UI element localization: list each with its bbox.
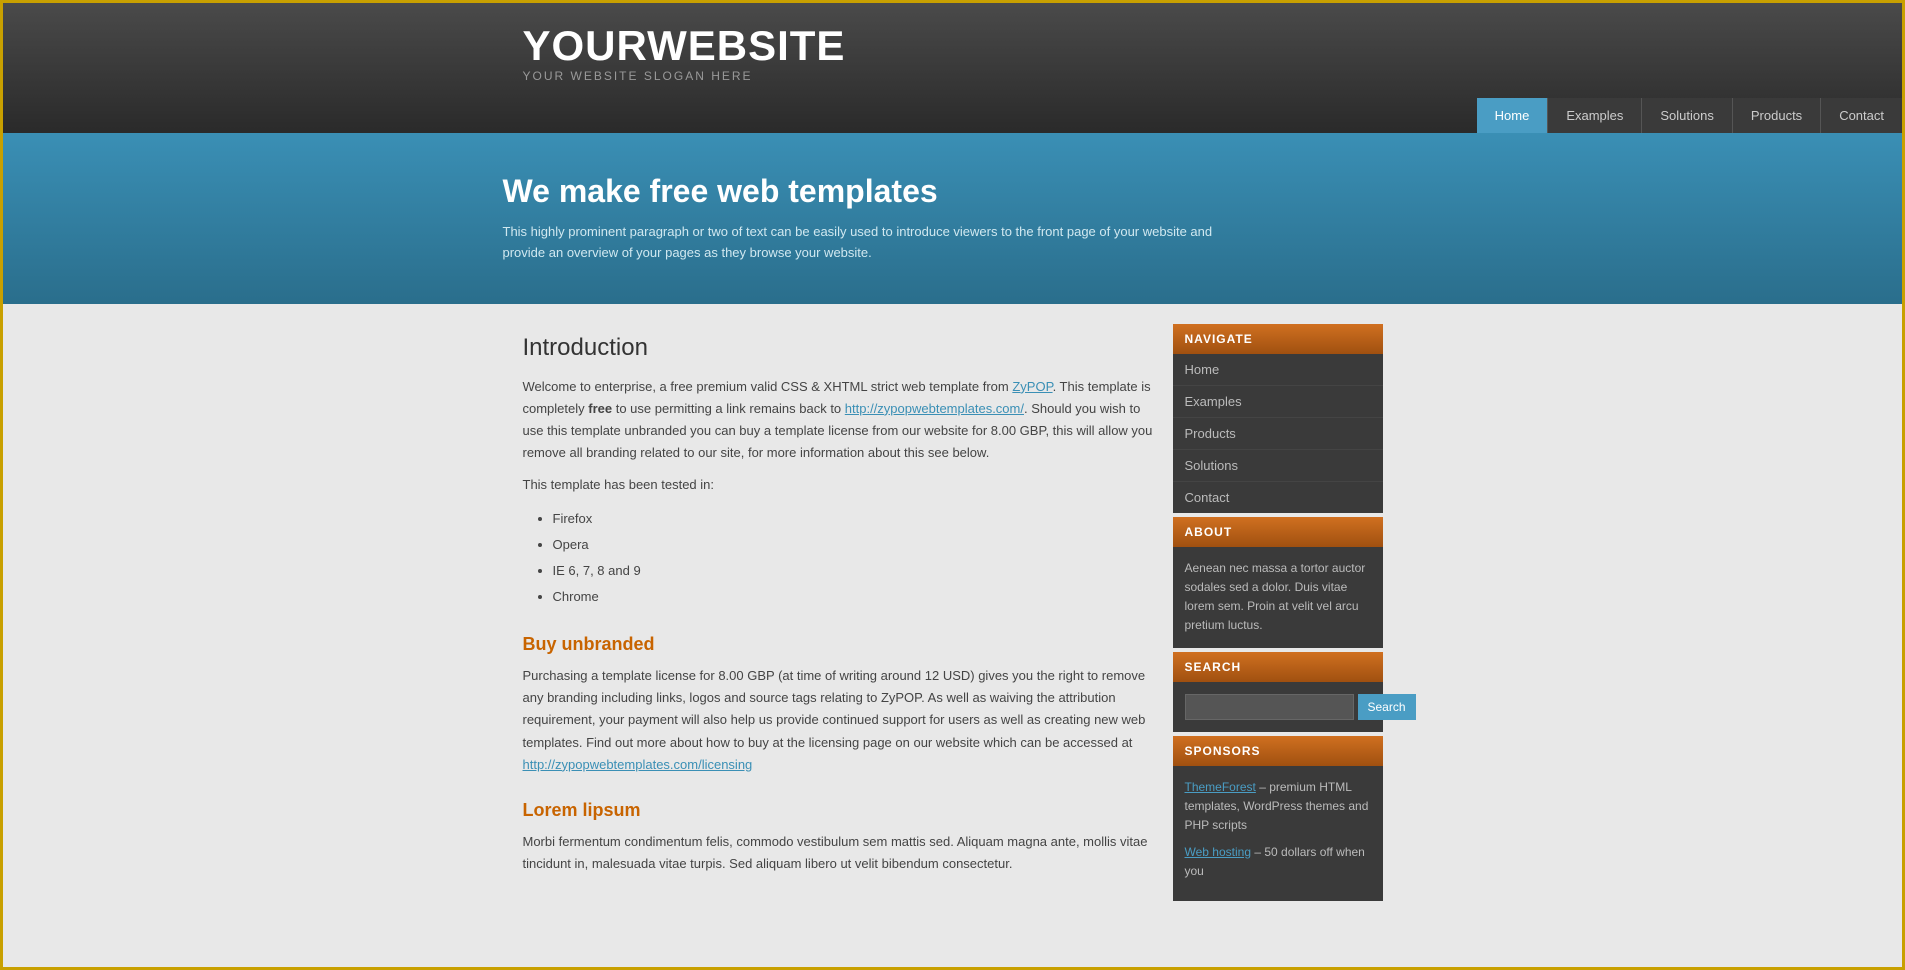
header: YOURWEBSITE YOUR WEBSITE SLOGAN HERE Hom… (3, 3, 1902, 133)
search-header: SEARCH (1173, 652, 1383, 682)
nav: Home Examples Solutions Products Contact (3, 98, 1902, 133)
site-title: YOURWEBSITE (523, 23, 1383, 69)
search-input[interactable] (1185, 694, 1354, 720)
zypop-link[interactable]: ZyPOP (1012, 379, 1052, 394)
buy-heading: Buy unbranded (523, 634, 1153, 655)
webhosting-link[interactable]: Web hosting (1185, 845, 1252, 859)
sponsor2: Web hosting – 50 dollars off when you (1185, 843, 1371, 881)
search-content: Search (1173, 682, 1383, 732)
sidebar-nav-products[interactable]: Products (1173, 418, 1383, 450)
intro-paragraph-1: Welcome to enterprise, a free premium va… (523, 376, 1153, 464)
sidebar-nav: Home Examples Products Solutions Contact (1173, 354, 1383, 513)
sponsors-section: SPONSORS ThemeForest – premium HTML temp… (1173, 736, 1383, 902)
main-content: Introduction Welcome to enterprise, a fr… (503, 304, 1403, 926)
nav-solutions[interactable]: Solutions (1641, 98, 1731, 133)
lorem-paragraph: Morbi fermentum condimentum felis, commo… (523, 831, 1153, 875)
sidebar-nav-examples[interactable]: Examples (1173, 386, 1383, 418)
about-content: Aenean nec massa a tortor auctor sodales… (1173, 547, 1383, 648)
about-text: Aenean nec massa a tortor auctor sodales… (1185, 559, 1371, 636)
nav-home[interactable]: Home (1477, 98, 1548, 133)
tested-item: IE 6, 7, 8 and 9 (553, 558, 1153, 584)
search-section: SEARCH Search (1173, 652, 1383, 732)
sidebar-nav-home[interactable]: Home (1173, 354, 1383, 386)
about-header: ABOUT (1173, 517, 1383, 547)
themeforest-link[interactable]: ThemeForest (1185, 780, 1256, 794)
hero-heading: We make free web templates (503, 173, 1403, 210)
hero-description: This highly prominent paragraph or two o… (503, 222, 1243, 264)
sidebar-nav-contact[interactable]: Contact (1173, 482, 1383, 513)
search-button[interactable]: Search (1358, 694, 1416, 720)
licensing-link[interactable]: http://zypopwebtemplates.com/licensing (523, 757, 753, 772)
tested-list: Firefox Opera IE 6, 7, 8 and 9 Chrome (553, 506, 1153, 610)
sponsors-content: ThemeForest – premium HTML templates, Wo… (1173, 766, 1383, 902)
hero-banner: We make free web templates This highly p… (3, 133, 1902, 304)
sponsors-header: SPONSORS (1173, 736, 1383, 766)
buy-paragraph: Purchasing a template license for 8.00 G… (523, 665, 1153, 775)
lorem-heading: Lorem lipsum (523, 800, 1153, 821)
navigate-section: NAVIGATE Home Examples Products Solution… (1173, 324, 1383, 513)
content-area: Introduction Welcome to enterprise, a fr… (523, 324, 1153, 906)
zypop-url-link[interactable]: http://zypopwebtemplates.com/ (845, 401, 1024, 416)
site-slogan: YOUR WEBSITE SLOGAN HERE (523, 69, 1383, 83)
intro-heading: Introduction (523, 334, 1153, 362)
tested-item: Firefox (553, 506, 1153, 532)
tested-intro: This template has been tested in: (523, 474, 1153, 496)
sidebar: NAVIGATE Home Examples Products Solution… (1173, 324, 1383, 906)
sponsor1: ThemeForest – premium HTML templates, Wo… (1185, 778, 1371, 836)
tested-item: Chrome (553, 584, 1153, 610)
navigate-header: NAVIGATE (1173, 324, 1383, 354)
sidebar-nav-solutions[interactable]: Solutions (1173, 450, 1383, 482)
about-section: ABOUT Aenean nec massa a tortor auctor s… (1173, 517, 1383, 648)
nav-contact[interactable]: Contact (1820, 98, 1902, 133)
nav-products[interactable]: Products (1732, 98, 1820, 133)
tested-item: Opera (553, 532, 1153, 558)
search-inner: Search (1185, 694, 1371, 720)
nav-examples[interactable]: Examples (1547, 98, 1641, 133)
